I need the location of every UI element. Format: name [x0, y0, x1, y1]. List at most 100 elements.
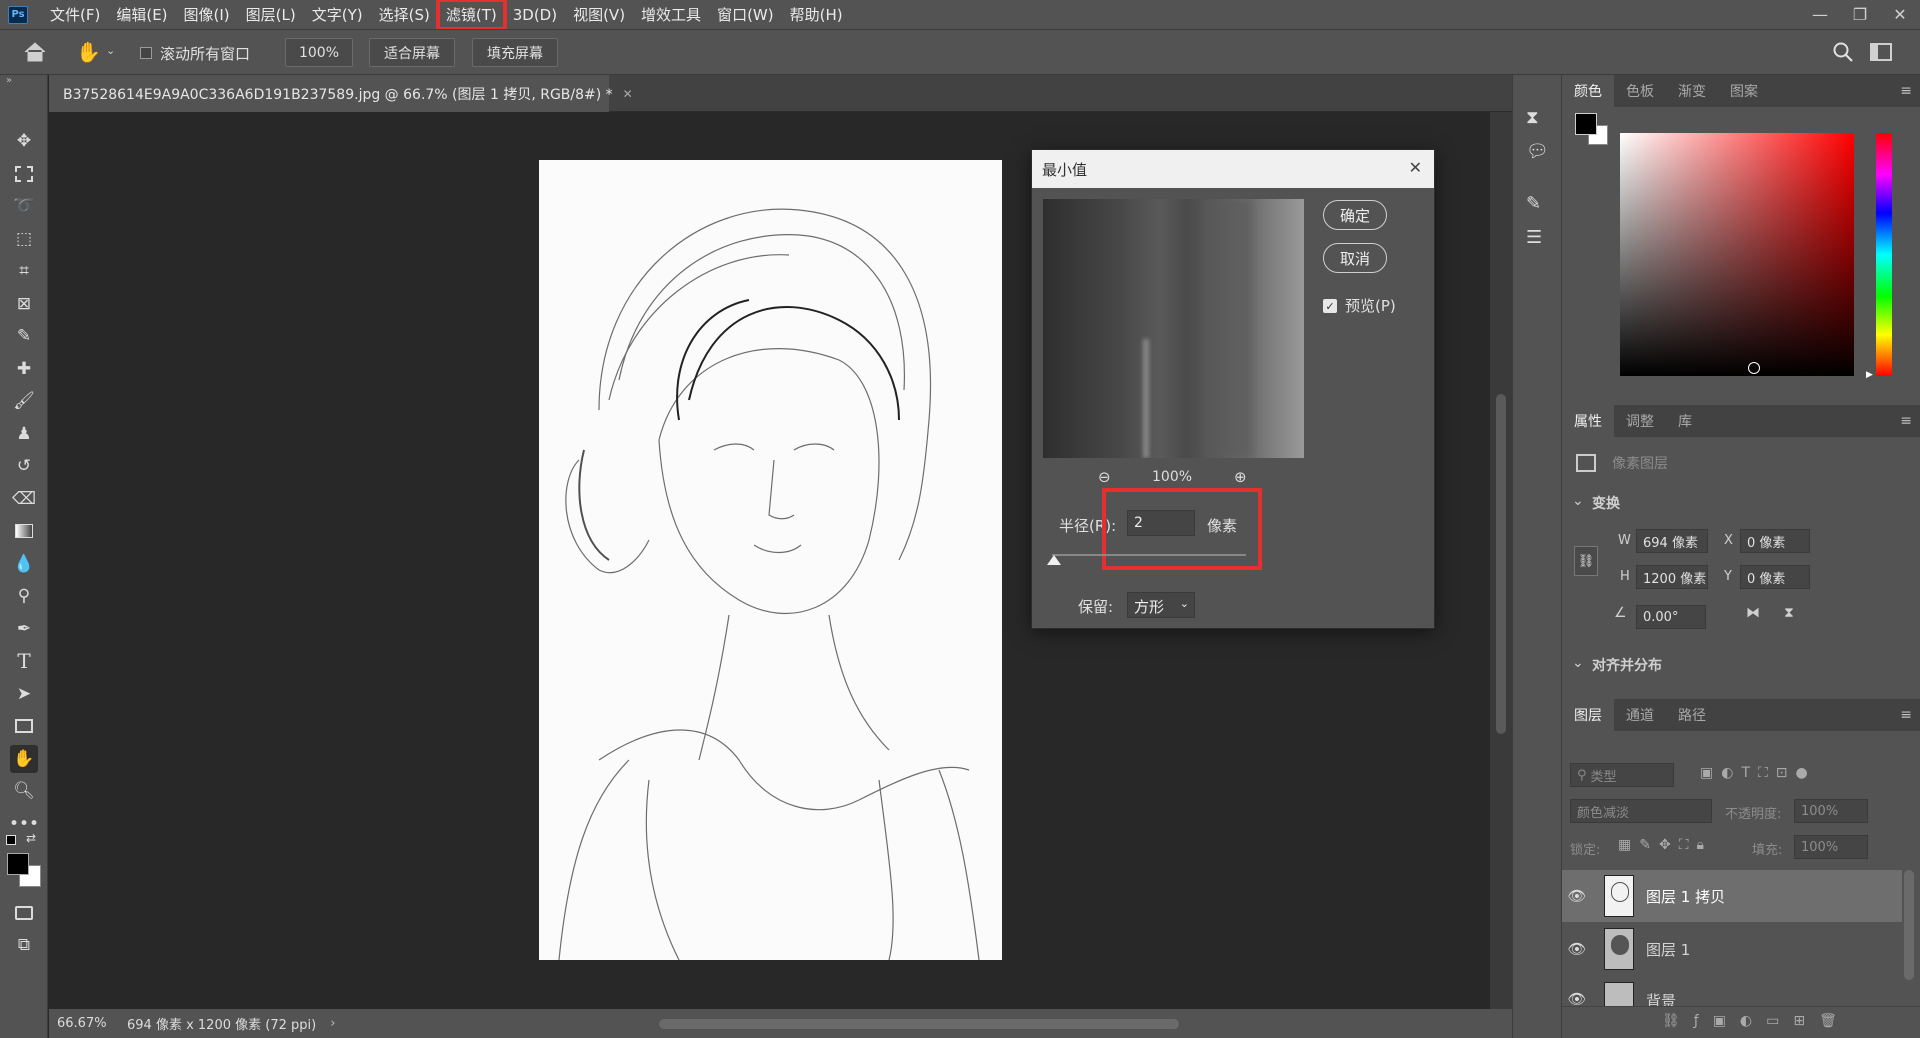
menu-filter[interactable]: 滤镜(T): [435, 0, 507, 31]
zoom-tool-icon[interactable]: 🔍︎: [10, 777, 38, 805]
radius-slider-thumb[interactable]: [1046, 555, 1061, 565]
layer-filter-icons[interactable]: ▣◐T⛶⊡●: [1700, 765, 1816, 781]
menu-window[interactable]: 窗口(W): [709, 0, 782, 29]
layer-filter-input[interactable]: ⚲ 类型: [1570, 763, 1674, 787]
preview-label[interactable]: 预览(P): [1345, 295, 1396, 316]
tab-swatches[interactable]: 色板: [1614, 75, 1666, 107]
vertical-scrollbar[interactable]: [1490, 112, 1512, 1009]
color-picker-marker[interactable]: [1748, 362, 1760, 374]
hue-slider[interactable]: [1876, 133, 1892, 376]
visibility-eye-icon[interactable]: 👁︎: [1562, 887, 1592, 905]
fill-field[interactable]: 100%: [1794, 835, 1868, 859]
layer-name[interactable]: 图层 1: [1646, 939, 1690, 960]
document-tab[interactable]: B37528614E9A9A0C336A6D191B237589.jpg @ 6…: [49, 75, 633, 112]
comments-panel-icon[interactable]: 💬︎: [1526, 141, 1549, 162]
width-field[interactable]: 694 像素: [1636, 529, 1708, 553]
gradient-tool-icon[interactable]: [10, 517, 38, 545]
minimize-icon[interactable]: —: [1800, 0, 1840, 29]
tab-gradients[interactable]: 渐变: [1666, 75, 1718, 107]
eraser-tool-icon[interactable]: ⌫: [10, 485, 38, 513]
panel-menu-icon[interactable]: ≡: [1900, 707, 1912, 723]
quick-mask-icon[interactable]: [10, 899, 38, 927]
type-tool-icon[interactable]: T: [10, 647, 38, 675]
tab-patterns[interactable]: 图案: [1718, 75, 1770, 107]
frame-tool-icon[interactable]: ⊠: [10, 290, 38, 318]
foreground-color-swatch[interactable]: [7, 853, 29, 875]
ok-button[interactable]: 确定: [1323, 200, 1387, 230]
pen-tool-icon[interactable]: ✒: [10, 615, 38, 643]
visibility-eye-icon[interactable]: 👁︎: [1562, 940, 1592, 958]
screen-mode-icon[interactable]: ⧉: [10, 931, 38, 959]
align-chevron-icon[interactable]: ⌄: [1572, 655, 1584, 671]
visibility-eye-icon[interactable]: 👁︎: [1562, 990, 1592, 1006]
tab-libraries[interactable]: 库: [1666, 405, 1704, 437]
tab-layers[interactable]: 图层: [1562, 699, 1614, 731]
menu-help[interactable]: 帮助(H): [782, 0, 851, 29]
color-field[interactable]: [1620, 133, 1854, 376]
height-field[interactable]: 1200 像素: [1636, 565, 1708, 589]
dodge-tool-icon[interactable]: ⚲: [10, 582, 38, 610]
menu-layer[interactable]: 图层(L): [238, 0, 304, 29]
restore-icon[interactable]: ❐: [1840, 0, 1880, 29]
preview-checkbox[interactable]: ✓: [1323, 299, 1337, 313]
radius-slider-track[interactable]: [1046, 554, 1246, 565]
panel-menu-icon[interactable]: ≡: [1900, 413, 1912, 429]
tab-adjustments[interactable]: 调整: [1614, 405, 1666, 437]
collapse-arrows-icon[interactable]: »: [6, 75, 12, 86]
marquee-tool-icon[interactable]: [10, 160, 38, 188]
menu-select[interactable]: 选择(S): [371, 0, 438, 29]
horizontal-scrollbar[interactable]: [659, 1019, 1179, 1029]
opacity-field[interactable]: 100%: [1794, 799, 1868, 823]
cancel-button[interactable]: 取消: [1323, 243, 1387, 273]
path-select-tool-icon[interactable]: ➤: [10, 680, 38, 708]
flip-vertical-icon[interactable]: ⧗: [1784, 605, 1794, 621]
panel-menu-icon[interactable]: ≡: [1900, 83, 1912, 99]
layer-name[interactable]: 图层 1 拷贝: [1646, 886, 1725, 907]
adjustment-presets-icon[interactable]: ☰: [1526, 227, 1542, 248]
blend-mode-select[interactable]: 颜色减淡: [1570, 799, 1712, 823]
fit-screen-button[interactable]: 适合屏幕: [369, 38, 455, 67]
workspace-icon[interactable]: [1870, 43, 1892, 61]
fill-screen-button[interactable]: 填充屏幕: [472, 38, 558, 67]
default-colors-icon[interactable]: [6, 835, 16, 845]
vertical-scroll-thumb[interactable]: [1496, 394, 1506, 734]
tab-channels[interactable]: 通道: [1614, 699, 1666, 731]
layer-name[interactable]: 背景: [1646, 990, 1676, 1006]
dialog-close-icon[interactable]: ✕: [1409, 158, 1422, 177]
stamp-tool-icon[interactable]: ♟: [10, 420, 38, 448]
healing-brush-tool-icon[interactable]: ✚: [10, 355, 38, 383]
dialog-title-bar[interactable]: 最小值 ✕: [1032, 150, 1434, 188]
swap-colors-icon[interactable]: ⇄: [26, 831, 36, 845]
history-panel-icon[interactable]: ⧗: [1526, 107, 1539, 128]
menu-plugins[interactable]: 增效工具: [633, 0, 709, 29]
rectangle-tool-icon[interactable]: [10, 712, 38, 740]
menu-type[interactable]: 文字(Y): [304, 0, 371, 29]
brush-settings-panel-icon[interactable]: ✎: [1526, 193, 1541, 214]
move-tool-icon[interactable]: ✥: [10, 127, 38, 155]
zoom-status[interactable]: 66.67%: [57, 1016, 113, 1031]
home-icon[interactable]: [22, 40, 48, 64]
close-tab-icon[interactable]: ✕: [623, 87, 633, 101]
panel-fg-swatch[interactable]: [1575, 113, 1597, 135]
close-icon[interactable]: ✕: [1880, 0, 1920, 29]
tab-color[interactable]: 颜色: [1562, 75, 1614, 107]
lasso-tool-icon[interactable]: ➰: [10, 192, 38, 220]
flip-horizontal-icon[interactable]: ⧓: [1746, 605, 1760, 621]
hand-tool-icon[interactable]: ✋: [76, 40, 101, 64]
keep-select[interactable]: 方形 ⌄: [1127, 592, 1195, 618]
layer-row[interactable]: 👁︎ 图层 1 拷贝: [1562, 870, 1902, 922]
brush-tool-icon[interactable]: 🖌: [10, 387, 38, 415]
transform-section-title[interactable]: 变换: [1592, 493, 1620, 513]
layers-scrollbar[interactable]: [1904, 870, 1914, 980]
crop-tool-icon[interactable]: ⌗: [10, 257, 38, 285]
search-icon[interactable]: [1832, 41, 1854, 67]
blur-tool-icon[interactable]: 💧: [10, 550, 38, 578]
history-brush-tool-icon[interactable]: ↺: [10, 452, 38, 480]
hand-tool-active-icon[interactable]: ✋: [10, 745, 38, 773]
document-image[interactable]: [539, 160, 1002, 960]
zoom-100-button[interactable]: 100%: [285, 38, 353, 67]
filter-preview[interactable]: [1043, 199, 1304, 458]
zoom-in-icon[interactable]: ⊕: [1234, 468, 1247, 486]
hue-pointer-icon[interactable]: ▶: [1866, 370, 1873, 380]
menu-view[interactable]: 视图(V): [565, 0, 633, 29]
